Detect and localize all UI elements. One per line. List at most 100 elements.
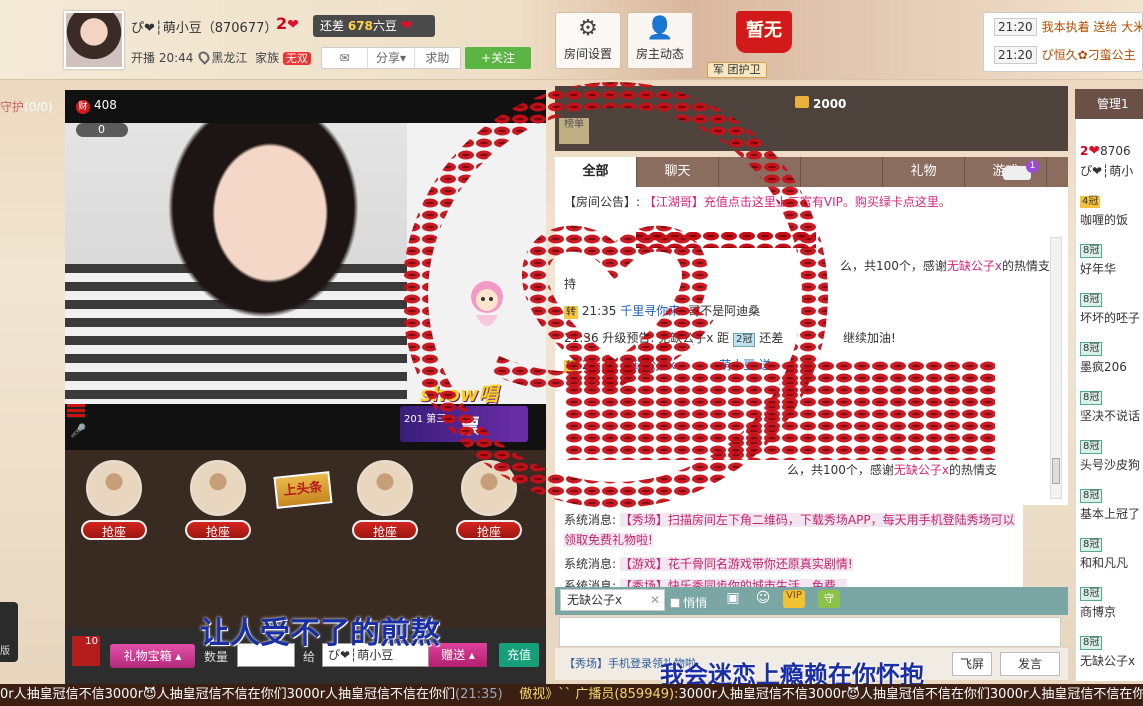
system-line: 系统消息: 【秀场】扫描房间左下角二维码，下载秀场APP，每天用手机登陆秀场可以 xyxy=(564,511,1015,528)
audience-name: 8706 xyxy=(1100,144,1131,158)
audience-name-row[interactable]: 咖喱的饭 xyxy=(1080,211,1128,228)
headline-button[interactable]: 上头条 xyxy=(273,471,333,509)
guard-group-button[interactable]: 军 团护卫 xyxy=(707,62,767,78)
audience-item[interactable]: 8冠 xyxy=(1080,487,1103,503)
audience-item[interactable]: 8冠 xyxy=(1080,340,1103,356)
wealth-icon: 财 xyxy=(76,100,90,114)
grab-seat-button[interactable]: 抢座 xyxy=(185,520,251,540)
audience-item[interactable]: 8冠 xyxy=(1080,389,1103,405)
send-chat-button[interactable]: 发言 xyxy=(1000,652,1060,676)
help-button[interactable]: 求助 xyxy=(415,48,460,68)
audience-item[interactable]: 8冠 xyxy=(1080,438,1103,454)
audience-item[interactable]: 8冠 xyxy=(1080,634,1103,650)
host-name[interactable]: ぴ❤┆萌小豆 xyxy=(131,21,202,36)
chat-target-select[interactable]: 无缺公子x ✕ xyxy=(560,589,665,611)
audience-name-row[interactable]: 商博京 xyxy=(1080,603,1116,620)
system-tag[interactable]: 【秀场】 xyxy=(619,513,668,527)
gap-value: 678 xyxy=(347,19,373,33)
mail-icon[interactable]: ✉ xyxy=(322,48,369,68)
location-pin-icon xyxy=(196,49,213,65)
chat-input[interactable] xyxy=(559,617,1061,647)
chat-user[interactable]: 千里寻你来: xyxy=(620,304,684,318)
ranking-tab[interactable]: 榜单 xyxy=(559,118,589,144)
tab-4[interactable] xyxy=(801,157,883,187)
chat-user[interactable]: 无缺公子x xyxy=(620,358,675,372)
image-icon[interactable]: ▣ xyxy=(722,590,744,608)
audience-name-row[interactable]: 基本上冠了 xyxy=(1080,505,1140,522)
audience-name: 商博京 xyxy=(1080,605,1117,619)
audience-name: 墨疯206 xyxy=(1080,360,1127,374)
announcement-link[interactable]: 【江湖哥】充值点击这里 xyxy=(644,195,776,209)
send-gift-label: 赠送 xyxy=(441,648,466,662)
audience-name-row[interactable]: 无缺公子x xyxy=(1080,652,1135,669)
audience-name-row[interactable]: 墨疯206 xyxy=(1080,358,1127,375)
admin-tab[interactable]: 管理1 xyxy=(1075,89,1143,119)
chat-line: 么，共100个，感谢无缺公子x的热情支 xyxy=(787,461,997,478)
audience-name-row[interactable]: 好年华 xyxy=(1080,260,1116,277)
feed-item: 21:20 我本执着 送给 大米 xyxy=(984,13,1142,41)
chat-text: 么，共100个，感谢 xyxy=(840,259,947,273)
audience-badge: 8冠 xyxy=(1080,538,1103,552)
room-settings-button[interactable]: ⚙ 房间设置 xyxy=(555,12,621,69)
close-icon[interactable]: ✕ xyxy=(650,590,660,610)
army-icon: 军 xyxy=(713,63,724,76)
side-panel-tab[interactable]: 版 xyxy=(0,602,18,662)
tab-all[interactable]: 全部 xyxy=(555,157,637,187)
audience-item[interactable]: 8冠 xyxy=(1080,291,1103,307)
system-text[interactable]: 【秀场】快乐秀同步你的城市生活，免费... xyxy=(619,579,848,587)
fly-screen-button[interactable]: 飞屏 xyxy=(952,652,992,676)
marquee-announcer[interactable]: 傲视》`` 广播员(859949): xyxy=(519,687,678,702)
audience-name-row[interactable]: 坏坏的呸子 xyxy=(1080,309,1140,326)
microphone-icon[interactable]: 🎤 xyxy=(67,424,87,439)
host-action-bar: ✉ 分享▾ 求助 xyxy=(321,47,461,69)
host-activity-button[interactable]: 👤 房主动态 xyxy=(627,12,693,69)
chat-scrollbar[interactable] xyxy=(1050,237,1062,499)
broadcast-marquee[interactable]: 0r人抽皇冠信不信3000r😈人抽皇冠信不信在你们3000r人抽皇冠信不信在你们… xyxy=(0,684,1143,706)
system-label: 系统消息: xyxy=(564,557,617,571)
system-line: 领取免费礼物啦! xyxy=(564,531,653,548)
audience-item[interactable]: 8冠 xyxy=(1080,242,1103,258)
audience-item[interactable]: 8冠 xyxy=(1080,536,1103,552)
grab-seat-button[interactable]: 抢座 xyxy=(352,520,418,540)
vip-icon[interactable]: VIP xyxy=(783,590,805,608)
gift-box-button[interactable]: 礼物宝箱 ▴ xyxy=(110,644,195,668)
audience-item[interactable]: 2❤8706 xyxy=(1080,143,1131,159)
family-badge[interactable]: 无双 xyxy=(282,52,311,65)
whisper-checkbox[interactable]: 悄悄 xyxy=(670,594,707,611)
gift-count-badge[interactable]: 10 xyxy=(72,636,100,666)
audience-name-row[interactable]: 坚决不说话 xyxy=(1080,407,1140,424)
guard-icon[interactable]: 守 xyxy=(818,590,840,608)
audience-name-row[interactable]: 头号沙皮狗 xyxy=(1080,456,1140,473)
chat-user[interactable]: 无缺公子x xyxy=(894,463,949,477)
scrollbar-thumb[interactable] xyxy=(1052,458,1060,484)
grab-seat-button[interactable]: 抢座 xyxy=(81,520,147,540)
emoji-icon[interactable]: ☺ xyxy=(752,590,774,608)
audience-item[interactable]: ぴ❤┆萌小 xyxy=(1080,162,1133,179)
chat-user[interactable]: 无缺公子x xyxy=(947,259,1002,273)
live-video[interactable] xyxy=(65,123,407,404)
audience-item[interactable]: 4冠 xyxy=(1080,193,1101,208)
tab-gifts[interactable]: 礼物 xyxy=(883,157,965,187)
system-text[interactable]: 扫描房间左下角二维码，下载秀场APP，每天用手机登陆秀场可以 xyxy=(667,513,1015,527)
guard-tab[interactable]: 守护(0/0) xyxy=(0,95,53,119)
mascot-icon[interactable] xyxy=(460,275,514,339)
tab-chat[interactable]: 聊天 xyxy=(637,157,719,187)
wealth-value: 408 xyxy=(94,98,117,112)
recharge-button[interactable]: 充值 xyxy=(499,643,539,667)
audience-name-row[interactable]: 和和凡凡 xyxy=(1080,554,1128,571)
checkbox-icon[interactable] xyxy=(670,598,680,608)
tab-3[interactable] xyxy=(719,157,801,187)
grab-seat-button[interactable]: 抢座 xyxy=(456,520,522,540)
announcement-tail[interactable]: 上三富有VIP。购买绿卡点这里。 xyxy=(776,195,951,209)
system-text[interactable]: 【游戏】花千骨同名游戏带你还原真实剧情! xyxy=(619,557,853,571)
empty-seat-avatar xyxy=(86,460,142,516)
chat-text: 哥不是阿迪桑 xyxy=(688,304,761,318)
chat-recipient[interactable]: 萌小豆 送 xyxy=(719,358,771,372)
system-text[interactable]: 领取免费礼物啦! xyxy=(564,533,653,547)
host-avatar[interactable] xyxy=(64,11,124,69)
show-vote-banner[interactable]: show唱 201 第三 票 xyxy=(400,378,530,444)
mic-control[interactable]: 🎤 xyxy=(67,404,87,448)
follow-button[interactable]: +关注 xyxy=(465,47,531,69)
share-button[interactable]: 分享▾ xyxy=(368,48,415,68)
audience-item[interactable]: 8冠 xyxy=(1080,585,1103,601)
